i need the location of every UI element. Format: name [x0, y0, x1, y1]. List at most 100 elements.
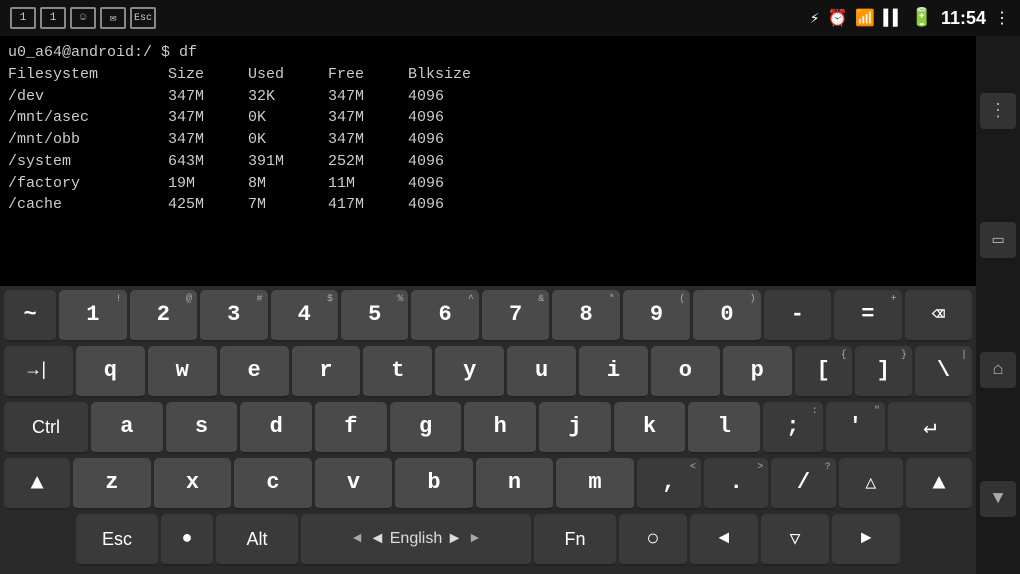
key-h[interactable]: h	[464, 402, 536, 454]
side-back-icon[interactable]: ▼	[980, 481, 1016, 517]
key-comma[interactable]: < ,	[637, 458, 701, 510]
mail-icon: ✉	[100, 7, 126, 29]
key-j[interactable]: j	[539, 402, 611, 454]
key-enter[interactable]: ↵	[888, 402, 972, 454]
row1-used: 32K	[248, 86, 328, 108]
key-6[interactable]: ^ 6	[411, 290, 478, 342]
esc-icon: Esc	[130, 7, 156, 29]
col-used: Used	[248, 64, 328, 86]
key-ctrl[interactable]: Ctrl	[4, 402, 88, 454]
key-a[interactable]: a	[91, 402, 163, 454]
key-minus[interactable]: -	[764, 290, 831, 342]
key-left-arrow[interactable]: ◄	[690, 514, 758, 566]
row5-size: 19M	[168, 173, 248, 195]
more-icon[interactable]: ⋮	[994, 8, 1010, 28]
col-blksize: Blksize	[408, 64, 488, 86]
key-1[interactable]: ! 1	[59, 290, 126, 342]
key-4[interactable]: $ 4	[271, 290, 338, 342]
key-semicolon[interactable]: : ;	[763, 402, 822, 454]
alarm-icon: ⏰	[827, 8, 847, 28]
row1-free: 347M	[328, 86, 408, 108]
key-0[interactable]: ) 0	[693, 290, 760, 342]
keyboard-row-qwerty: →| q w e r t y u i o p { [ } ] | \	[4, 346, 972, 398]
key-5[interactable]: % 5	[341, 290, 408, 342]
row3-fs: /mnt/obb	[8, 129, 168, 151]
key-tilde[interactable]: ~	[4, 290, 56, 342]
key-w[interactable]: w	[148, 346, 217, 398]
key-3[interactable]: # 3	[200, 290, 267, 342]
battery-icon: 🔋	[911, 7, 933, 29]
row4-blk: 4096	[408, 151, 488, 173]
key-v[interactable]: v	[315, 458, 393, 510]
key-9[interactable]: ( 9	[623, 290, 690, 342]
keyboard-row-zxcv: ▲ z x c v b n m < , > . ? / △ ▲	[4, 458, 972, 510]
key-quote[interactable]: " '	[826, 402, 885, 454]
key-x[interactable]: x	[154, 458, 232, 510]
side-more-icon[interactable]: ⋮	[980, 93, 1016, 129]
key-o[interactable]: o	[651, 346, 720, 398]
row6-free: 417M	[328, 194, 408, 216]
keyboard-row-asdf: Ctrl a s d f g h j k l : ; " ' ↵	[4, 402, 972, 454]
key-i[interactable]: i	[579, 346, 648, 398]
key-backslash[interactable]: | \	[915, 346, 972, 398]
key-u[interactable]: u	[507, 346, 576, 398]
key-right-arrow[interactable]: ►	[832, 514, 900, 566]
terminal-area: u0_a64@android:/ $ df Filesystem Size Us…	[0, 36, 1020, 274]
key-d[interactable]: d	[240, 402, 312, 454]
key-up-arrow[interactable]: △	[839, 458, 903, 510]
key-e[interactable]: e	[220, 346, 289, 398]
row5-blk: 4096	[408, 173, 488, 195]
key-c[interactable]: c	[234, 458, 312, 510]
smiley-icon: ☺	[70, 7, 96, 29]
key-rbracket[interactable]: } ]	[855, 346, 912, 398]
key-shift-right[interactable]: ▲	[906, 458, 972, 510]
row2-fs: /mnt/asec	[8, 107, 168, 129]
key-fn[interactable]: Fn	[534, 514, 616, 566]
bluetooth-icon: ⚡	[810, 8, 820, 28]
key-p[interactable]: p	[723, 346, 792, 398]
key-g[interactable]: g	[390, 402, 462, 454]
key-period[interactable]: > .	[704, 458, 768, 510]
key-shift-left[interactable]: ▲	[4, 458, 70, 510]
key-down-arrow[interactable]: ▽	[761, 514, 829, 566]
status-time: 11:54	[941, 8, 986, 29]
key-q[interactable]: q	[76, 346, 145, 398]
side-window-icon[interactable]: ▭	[980, 222, 1016, 258]
key-f[interactable]: f	[315, 402, 387, 454]
key-language[interactable]: ◄ ◄ English ► ►	[301, 514, 531, 566]
row4-free: 252M	[328, 151, 408, 173]
row4-size: 643M	[168, 151, 248, 173]
key-n[interactable]: n	[476, 458, 554, 510]
key-s[interactable]: s	[166, 402, 238, 454]
key-2[interactable]: @ 2	[130, 290, 197, 342]
key-r[interactable]: r	[292, 346, 361, 398]
row6-fs: /cache	[8, 194, 168, 216]
row1-size: 347M	[168, 86, 248, 108]
key-tab[interactable]: →|	[4, 346, 73, 398]
key-b[interactable]: b	[395, 458, 473, 510]
key-t[interactable]: t	[363, 346, 432, 398]
key-8[interactable]: * 8	[552, 290, 619, 342]
side-home-icon[interactable]: ⌂	[980, 352, 1016, 388]
row2-used: 0K	[248, 107, 328, 129]
key-l[interactable]: l	[688, 402, 760, 454]
language-label: ◄ English ►	[369, 530, 462, 548]
key-slash[interactable]: ? /	[771, 458, 835, 510]
row5-used: 8M	[248, 173, 328, 195]
key-7[interactable]: & 7	[482, 290, 549, 342]
key-y[interactable]: y	[435, 346, 504, 398]
key-z[interactable]: z	[73, 458, 151, 510]
key-k[interactable]: k	[614, 402, 686, 454]
key-backspace[interactable]: ⌫	[905, 290, 972, 342]
key-m[interactable]: m	[556, 458, 634, 510]
col-filesystem: Filesystem	[8, 64, 168, 86]
key-alt[interactable]: Alt	[216, 514, 298, 566]
row1-fs: /dev	[8, 86, 168, 108]
row5-free: 11M	[328, 173, 408, 195]
key-mic[interactable]: ●	[161, 514, 213, 566]
status-right-icons: ⚡ ⏰ 📶 ▌▌ 🔋 11:54 ⋮	[810, 7, 1010, 29]
key-lbracket[interactable]: { [	[795, 346, 852, 398]
key-equals[interactable]: + =	[834, 290, 901, 342]
key-esc[interactable]: Esc	[76, 514, 158, 566]
key-circle[interactable]: ○	[619, 514, 687, 566]
